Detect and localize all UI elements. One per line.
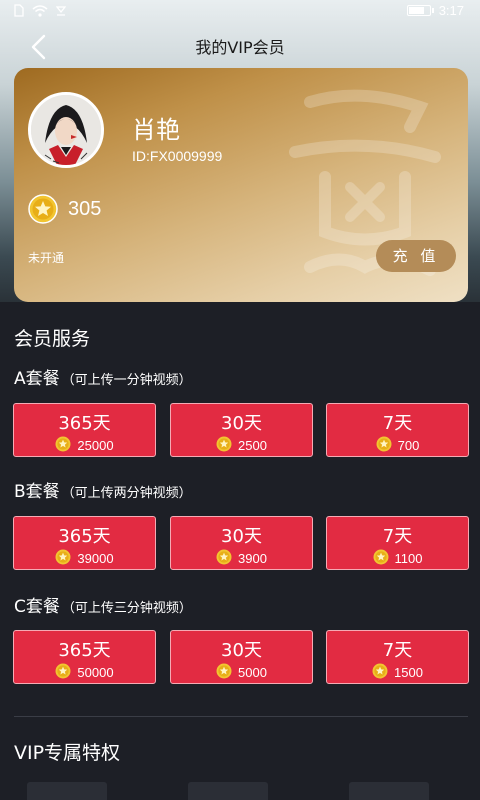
option-price: 5000: [171, 663, 312, 682]
status-bar: 3:17: [0, 0, 480, 24]
option-price: 700: [327, 436, 468, 455]
option-duration: 365天: [58, 640, 111, 661]
package-option-button[interactable]: 7天 1500: [326, 630, 469, 684]
option-price: 1100: [327, 549, 468, 568]
package-option-button[interactable]: 365天 25000: [13, 403, 156, 457]
option-duration: 365天: [58, 526, 111, 547]
option-price: 50000: [14, 663, 155, 682]
option-price-value: 5000: [238, 665, 267, 680]
coin-star-icon: [55, 436, 71, 455]
package-note: （可上传一分钟视频）: [61, 373, 192, 388]
option-price-value: 25000: [77, 438, 114, 453]
privilege-item[interactable]: [188, 782, 268, 800]
option-duration: 30天: [221, 640, 262, 661]
option-price-value: 2500: [238, 438, 267, 453]
coin-star-icon: [216, 663, 232, 682]
package-note: （可上传三分钟视频）: [61, 601, 192, 616]
option-price: 2500: [171, 436, 312, 455]
package-title: B套餐 （可上传两分钟视频）: [14, 477, 192, 502]
vip-status: 未开通: [28, 251, 65, 265]
package-title: C套餐 （可上传三分钟视频）: [14, 592, 192, 617]
coin-star-icon: [216, 549, 232, 568]
vip-member-card: 肖艳 ID:FX0009999 305 未开通 充 值: [14, 68, 468, 302]
package-option-button[interactable]: 365天 50000: [13, 630, 156, 684]
page-title: 我的VIP会员: [195, 38, 285, 57]
wifi-icon: [32, 4, 48, 21]
package-option-button[interactable]: 30天 5000: [170, 630, 313, 684]
recharge-button[interactable]: 充 值: [376, 240, 456, 272]
option-price: 1500: [327, 663, 468, 682]
package-option-button[interactable]: 7天 1100: [326, 516, 469, 570]
option-price-value: 3900: [238, 551, 267, 566]
option-duration: 30天: [221, 526, 262, 547]
username: 肖艳: [132, 116, 180, 144]
option-duration: 7天: [382, 526, 413, 547]
sim-icon: [14, 4, 24, 21]
coin-count: 305: [68, 197, 102, 220]
coin-star-icon: [55, 663, 71, 682]
section-title-member-service: 会员服务: [14, 328, 91, 350]
option-duration: 7天: [382, 413, 413, 434]
divider: [14, 716, 468, 717]
package-option-button[interactable]: 30天 3900: [170, 516, 313, 570]
package-name: A套餐: [14, 369, 60, 389]
package-name: B套餐: [14, 482, 60, 502]
package-option-button[interactable]: 30天 2500: [170, 403, 313, 457]
package-note: （可上传两分钟视频）: [61, 486, 192, 501]
avatar[interactable]: [28, 92, 104, 168]
user-id: ID:FX0009999: [132, 148, 223, 164]
option-duration: 7天: [382, 640, 413, 661]
option-duration: 30天: [221, 413, 262, 434]
coin-star-icon: [376, 436, 392, 455]
coin-star-icon: [55, 549, 71, 568]
option-price: 39000: [14, 549, 155, 568]
package-option-button[interactable]: 365天 39000: [13, 516, 156, 570]
package-option-button[interactable]: 7天 700: [326, 403, 469, 457]
privilege-item[interactable]: [349, 782, 429, 800]
signal-icon: [55, 5, 67, 21]
option-price: 25000: [14, 436, 155, 455]
coin-star-icon: [372, 663, 388, 682]
package-name: C套餐: [14, 597, 60, 617]
option-duration: 365天: [58, 413, 111, 434]
section-title-vip-privileges: VIP专属特权: [14, 742, 121, 764]
coin-balance: 305: [28, 194, 101, 224]
status-time: 3:17: [438, 3, 464, 18]
option-price-value: 50000: [77, 665, 114, 680]
option-price-value: 1500: [394, 665, 423, 680]
option-price-value: 1100: [394, 551, 423, 566]
top-navigation: 我的VIP会员: [0, 24, 480, 68]
coin-star-icon: [28, 194, 58, 224]
coin-star-icon: [373, 549, 389, 568]
coin-star-icon: [216, 436, 232, 455]
option-price-value: 700: [397, 438, 420, 453]
option-price-value: 39000: [77, 551, 114, 566]
battery-icon: [406, 5, 434, 16]
package-title: A套餐 （可上传一分钟视频）: [14, 364, 192, 389]
option-price: 3900: [171, 549, 312, 568]
privilege-item[interactable]: [27, 782, 107, 800]
